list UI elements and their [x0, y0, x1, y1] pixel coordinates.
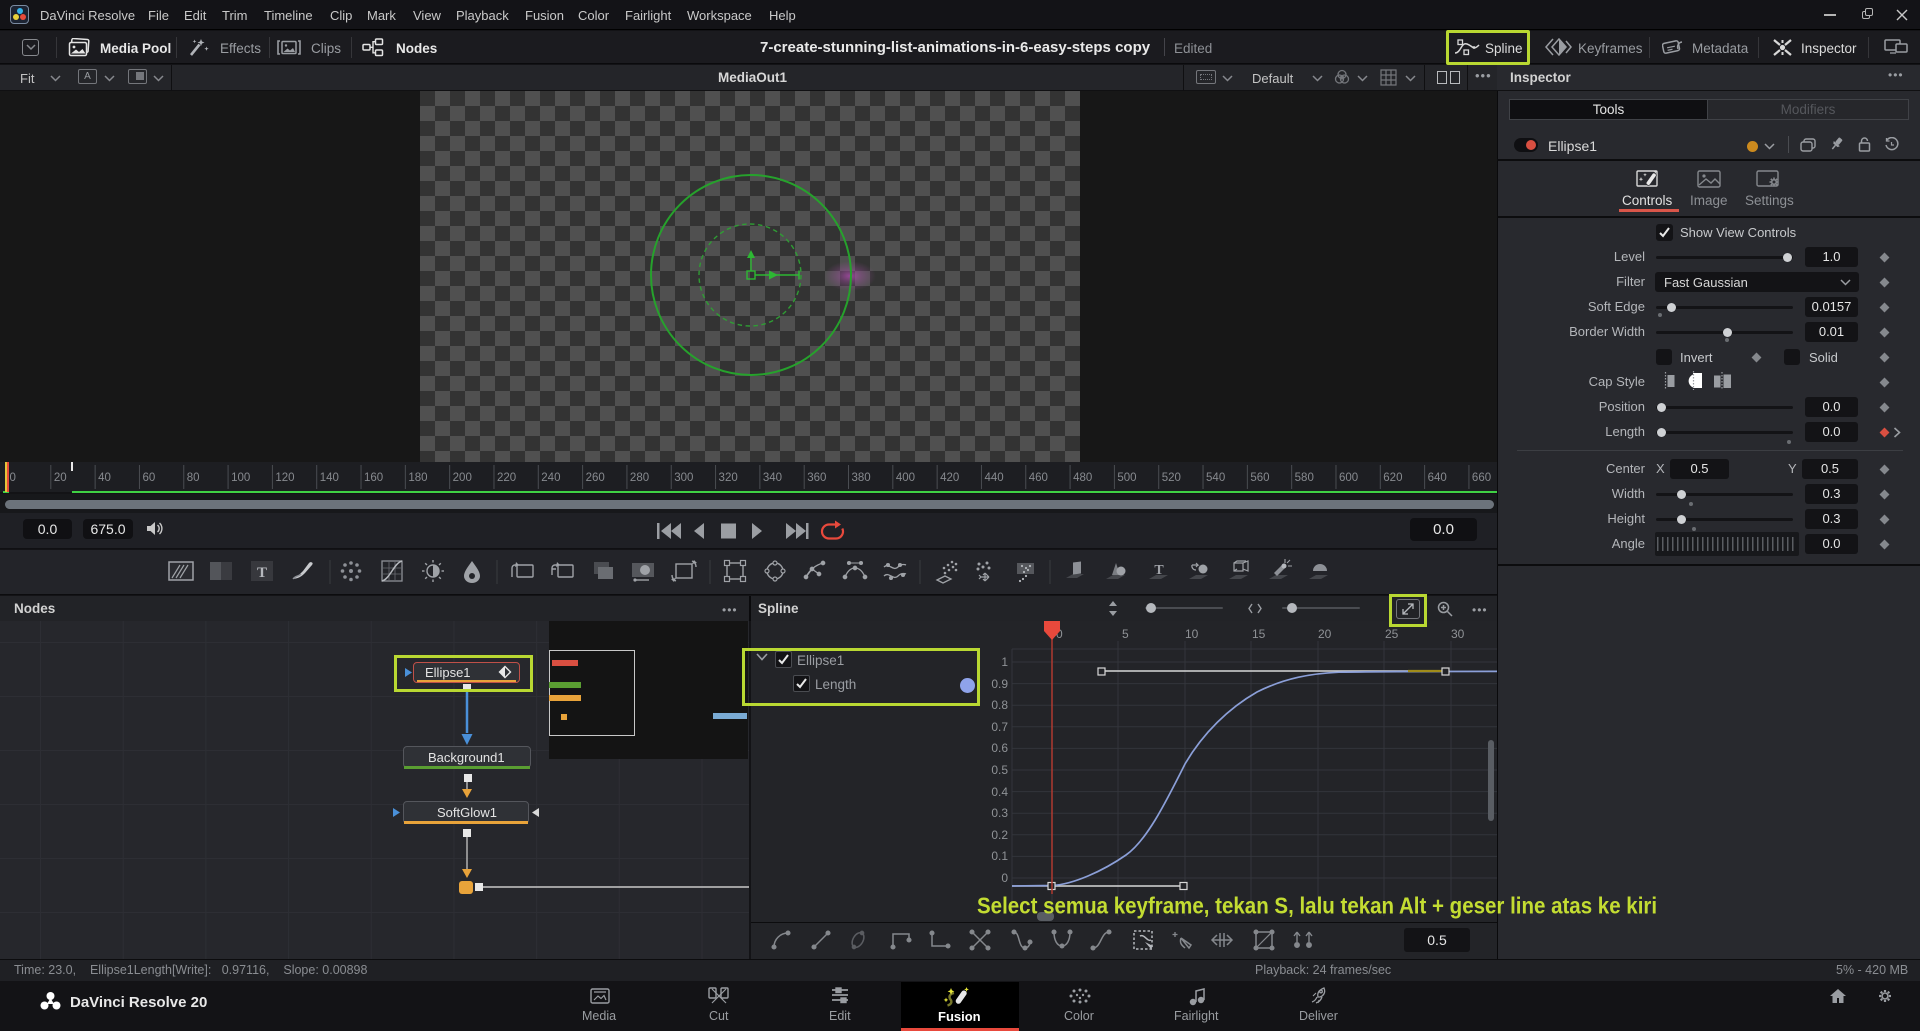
svg-text:0.7: 0.7	[991, 720, 1008, 734]
svg-text:260: 260	[586, 472, 605, 484]
svg-text:200: 200	[453, 472, 472, 484]
svg-text:0.4: 0.4	[991, 785, 1008, 799]
svg-text:460: 460	[1029, 472, 1048, 484]
svg-text:60: 60	[142, 472, 155, 484]
svg-text:80: 80	[187, 472, 200, 484]
svg-text:620: 620	[1383, 472, 1402, 484]
svg-text:300: 300	[674, 472, 693, 484]
svg-text:340: 340	[763, 472, 782, 484]
svg-text:20: 20	[54, 472, 67, 484]
svg-text:25: 25	[1385, 627, 1399, 641]
svg-text:40: 40	[98, 472, 111, 484]
svg-text:240: 240	[541, 472, 560, 484]
svg-text:520: 520	[1162, 472, 1181, 484]
svg-text:660: 660	[1472, 472, 1491, 484]
svg-text:20: 20	[1318, 627, 1332, 641]
svg-text:0.6: 0.6	[991, 741, 1008, 755]
svg-text:0: 0	[10, 472, 16, 484]
svg-text:120: 120	[275, 472, 294, 484]
svg-text:T: T	[1154, 563, 1164, 578]
svg-text:T: T	[257, 565, 267, 581]
svg-text:180: 180	[408, 472, 427, 484]
svg-text:560: 560	[1250, 472, 1269, 484]
svg-text:220: 220	[497, 472, 516, 484]
svg-text:400: 400	[896, 472, 915, 484]
svg-text:0.5: 0.5	[991, 763, 1008, 777]
svg-text:500: 500	[1117, 472, 1136, 484]
svg-text:0.9: 0.9	[991, 677, 1008, 691]
svg-text:600: 600	[1339, 472, 1358, 484]
svg-text:0: 0	[1001, 871, 1008, 885]
svg-text:0.1: 0.1	[991, 849, 1008, 863]
svg-text:420: 420	[940, 472, 959, 484]
svg-text:320: 320	[719, 472, 738, 484]
svg-text:480: 480	[1073, 472, 1092, 484]
svg-text:10: 10	[1185, 627, 1199, 641]
svg-text:360: 360	[807, 472, 826, 484]
svg-text:380: 380	[852, 472, 871, 484]
svg-text:440: 440	[984, 472, 1003, 484]
svg-text:140: 140	[320, 472, 339, 484]
svg-text:160: 160	[364, 472, 383, 484]
svg-text:5: 5	[1122, 627, 1129, 641]
svg-text:100: 100	[231, 472, 250, 484]
svg-text:0.3: 0.3	[991, 806, 1008, 820]
svg-text:640: 640	[1428, 472, 1447, 484]
svg-text:0.8: 0.8	[991, 698, 1008, 712]
svg-text:0.2: 0.2	[991, 828, 1008, 842]
svg-text:1: 1	[1001, 655, 1008, 669]
svg-text:30: 30	[1451, 627, 1465, 641]
svg-text:540: 540	[1206, 472, 1225, 484]
svg-text:15: 15	[1252, 627, 1266, 641]
svg-text:280: 280	[630, 472, 649, 484]
svg-text:580: 580	[1295, 472, 1314, 484]
